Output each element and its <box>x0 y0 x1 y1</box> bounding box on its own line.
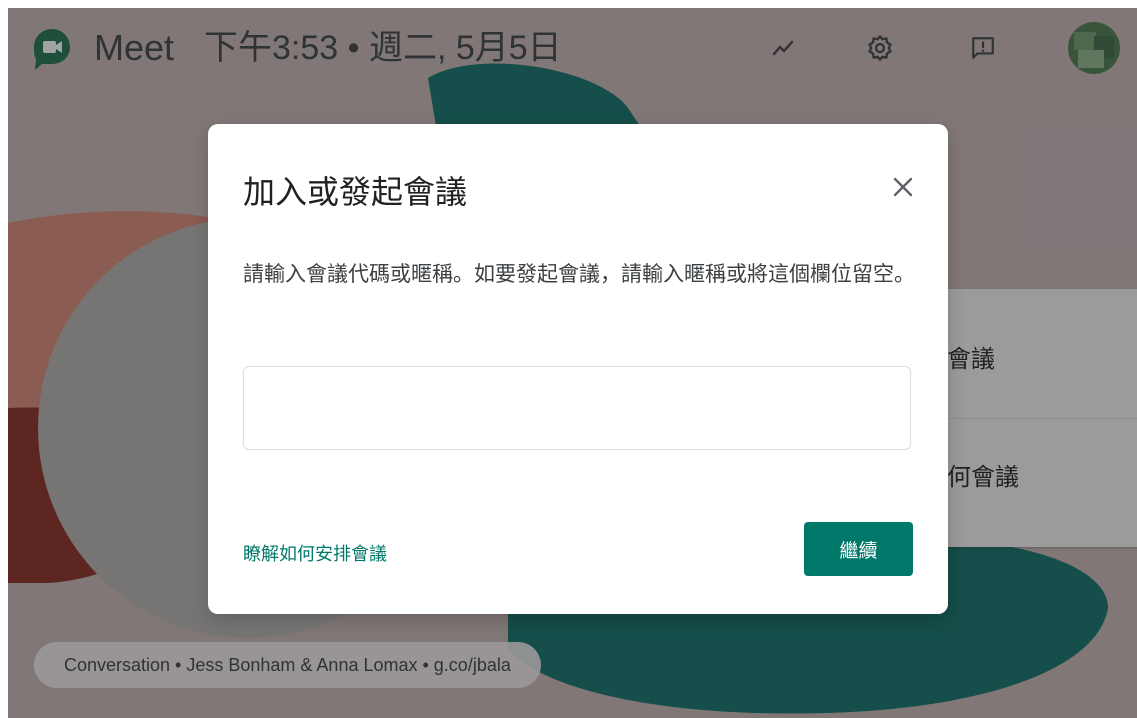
close-icon <box>893 177 913 197</box>
continue-button[interactable]: 繼續 <box>804 522 913 576</box>
join-meeting-dialog: 加入或發起會議 請輸入會議代碼或暱稱。如要發起會議，請輸入暱稱或將這個欄位留空。… <box>208 124 948 614</box>
dialog-title: 加入或發起會議 <box>243 174 468 210</box>
dialog-description: 請輸入會議代碼或暱稱。如要發起會議，請輸入暱稱或將這個欄位留空。 <box>243 263 915 286</box>
close-button[interactable] <box>884 168 922 206</box>
meet-home-screen: Meet 下午3:53 • 週二, 5月5日 會議 何會議 Conversati… <box>8 8 1137 718</box>
meeting-code-input[interactable] <box>243 366 911 450</box>
learn-scheduling-link[interactable]: 瞭解如何安排會議 <box>243 541 387 567</box>
